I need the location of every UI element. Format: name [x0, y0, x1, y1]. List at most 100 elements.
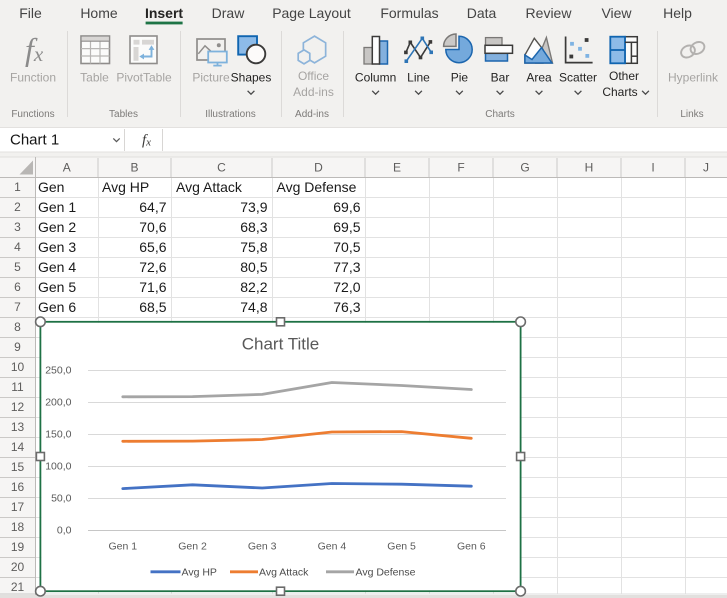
svg-text:Gen 6: Gen 6: [38, 299, 76, 315]
svg-text:Gen: Gen: [38, 179, 64, 195]
svg-text:H: H: [585, 161, 594, 175]
svg-text:150,0: 150,0: [45, 429, 71, 441]
svg-text:I: I: [651, 161, 654, 175]
svg-text:Tables: Tables: [109, 109, 138, 120]
svg-text:Gen 2: Gen 2: [38, 219, 76, 235]
svg-text:Formulas: Formulas: [380, 5, 438, 21]
svg-text:Illustrations: Illustrations: [205, 109, 256, 120]
svg-text:G: G: [520, 161, 529, 175]
svg-text:18: 18: [11, 520, 25, 534]
svg-text:Gen 4: Gen 4: [318, 541, 347, 553]
svg-text:82,2: 82,2: [240, 279, 267, 295]
svg-text:View: View: [601, 5, 632, 21]
svg-text:21: 21: [11, 580, 25, 594]
svg-text:Gen 1: Gen 1: [38, 199, 76, 215]
svg-text:7: 7: [14, 300, 21, 314]
svg-text:70,5: 70,5: [333, 239, 360, 255]
svg-text:8: 8: [14, 320, 21, 334]
svg-text:Gen 4: Gen 4: [38, 259, 76, 275]
svg-text:69,5: 69,5: [333, 219, 360, 235]
svg-text:Review: Review: [526, 5, 573, 21]
svg-text:75,8: 75,8: [240, 239, 267, 255]
svg-text:Scatter: Scatter: [559, 71, 597, 85]
svg-text:Page Layout: Page Layout: [272, 5, 351, 21]
svg-text:Gen 2: Gen 2: [178, 541, 207, 553]
svg-text:250,0: 250,0: [45, 365, 71, 377]
svg-text:Add-ins: Add-ins: [295, 109, 329, 120]
svg-text:Gen 5: Gen 5: [387, 541, 416, 553]
svg-text:3: 3: [14, 220, 21, 234]
svg-text:68,3: 68,3: [240, 219, 267, 235]
svg-text:Links: Links: [680, 109, 703, 120]
svg-text:19: 19: [11, 540, 25, 554]
svg-text:73,9: 73,9: [240, 199, 267, 215]
svg-text:Line: Line: [407, 71, 430, 85]
svg-text:Avg Attack: Avg Attack: [259, 567, 309, 579]
svg-text:Draw: Draw: [212, 5, 246, 21]
svg-text:Shapes: Shapes: [231, 71, 272, 85]
svg-text:Chart Title: Chart Title: [242, 335, 319, 354]
svg-text:Data: Data: [467, 5, 497, 21]
svg-text:A: A: [63, 161, 71, 175]
svg-text:Picture: Picture: [192, 71, 230, 85]
svg-text:20: 20: [11, 560, 25, 574]
svg-text:Other: Other: [609, 69, 639, 83]
svg-text:Office: Office: [298, 69, 329, 83]
svg-text:200,0: 200,0: [45, 397, 71, 409]
svg-text:Bar: Bar: [491, 71, 510, 85]
svg-text:76,3: 76,3: [333, 299, 360, 315]
svg-text:Avg Defense: Avg Defense: [277, 179, 357, 195]
svg-text:Hyperlink: Hyperlink: [668, 71, 719, 85]
svg-text:Help: Help: [663, 5, 692, 21]
svg-text:11: 11: [11, 380, 24, 394]
svg-text:80,5: 80,5: [240, 259, 267, 275]
svg-text:Function: Function: [10, 71, 56, 85]
svg-text:2: 2: [14, 200, 21, 214]
svg-text:64,7: 64,7: [139, 199, 166, 215]
svg-text:Gen 3: Gen 3: [38, 239, 76, 255]
svg-text:13: 13: [11, 420, 25, 434]
svg-text:Home: Home: [80, 5, 118, 21]
svg-text:65,6: 65,6: [139, 239, 166, 255]
svg-text:17: 17: [11, 500, 25, 514]
svg-text:Gen 5: Gen 5: [38, 279, 76, 295]
svg-text:PivotTable: PivotTable: [116, 71, 172, 85]
svg-text:Table: Table: [80, 71, 109, 85]
svg-text:68,5: 68,5: [139, 299, 166, 315]
svg-text:Avg Attack: Avg Attack: [176, 179, 243, 195]
svg-text:1: 1: [14, 180, 21, 194]
svg-text:16: 16: [11, 480, 25, 494]
svg-text:Avg Defense: Avg Defense: [356, 567, 416, 579]
svg-text:J: J: [703, 161, 709, 175]
svg-text:Charts: Charts: [602, 85, 637, 99]
svg-text:Chart 1: Chart 1: [10, 132, 59, 149]
svg-text:E: E: [393, 161, 401, 175]
svg-text:Gen 1: Gen 1: [108, 541, 137, 553]
svg-text:50,0: 50,0: [51, 493, 72, 505]
svg-text:C: C: [217, 161, 226, 175]
svg-text:Charts: Charts: [485, 109, 514, 120]
svg-text:Gen 6: Gen 6: [457, 541, 486, 553]
svg-text:Functions: Functions: [11, 109, 54, 120]
svg-text:Gen 3: Gen 3: [248, 541, 277, 553]
svg-text:14: 14: [11, 440, 25, 454]
svg-text:Add-ins: Add-ins: [293, 85, 334, 99]
svg-text:Pie: Pie: [451, 71, 469, 85]
svg-text:0,0: 0,0: [57, 525, 72, 537]
svg-text:F: F: [457, 161, 464, 175]
svg-text:Avg HP: Avg HP: [182, 567, 217, 579]
svg-text:72,6: 72,6: [139, 259, 166, 275]
svg-text:15: 15: [11, 460, 25, 474]
svg-text:72,0: 72,0: [333, 279, 360, 295]
svg-text:100,0: 100,0: [45, 461, 71, 473]
svg-text:77,3: 77,3: [333, 259, 360, 275]
svg-text:69,6: 69,6: [333, 199, 360, 215]
svg-text:Column: Column: [355, 71, 396, 85]
svg-text:71,6: 71,6: [139, 279, 166, 295]
svg-text:70,6: 70,6: [139, 219, 166, 235]
svg-text:4: 4: [14, 240, 21, 254]
svg-text:B: B: [130, 161, 138, 175]
svg-text:12: 12: [11, 400, 25, 414]
svg-text:9: 9: [14, 340, 21, 354]
svg-text:Avg HP: Avg HP: [102, 179, 149, 195]
